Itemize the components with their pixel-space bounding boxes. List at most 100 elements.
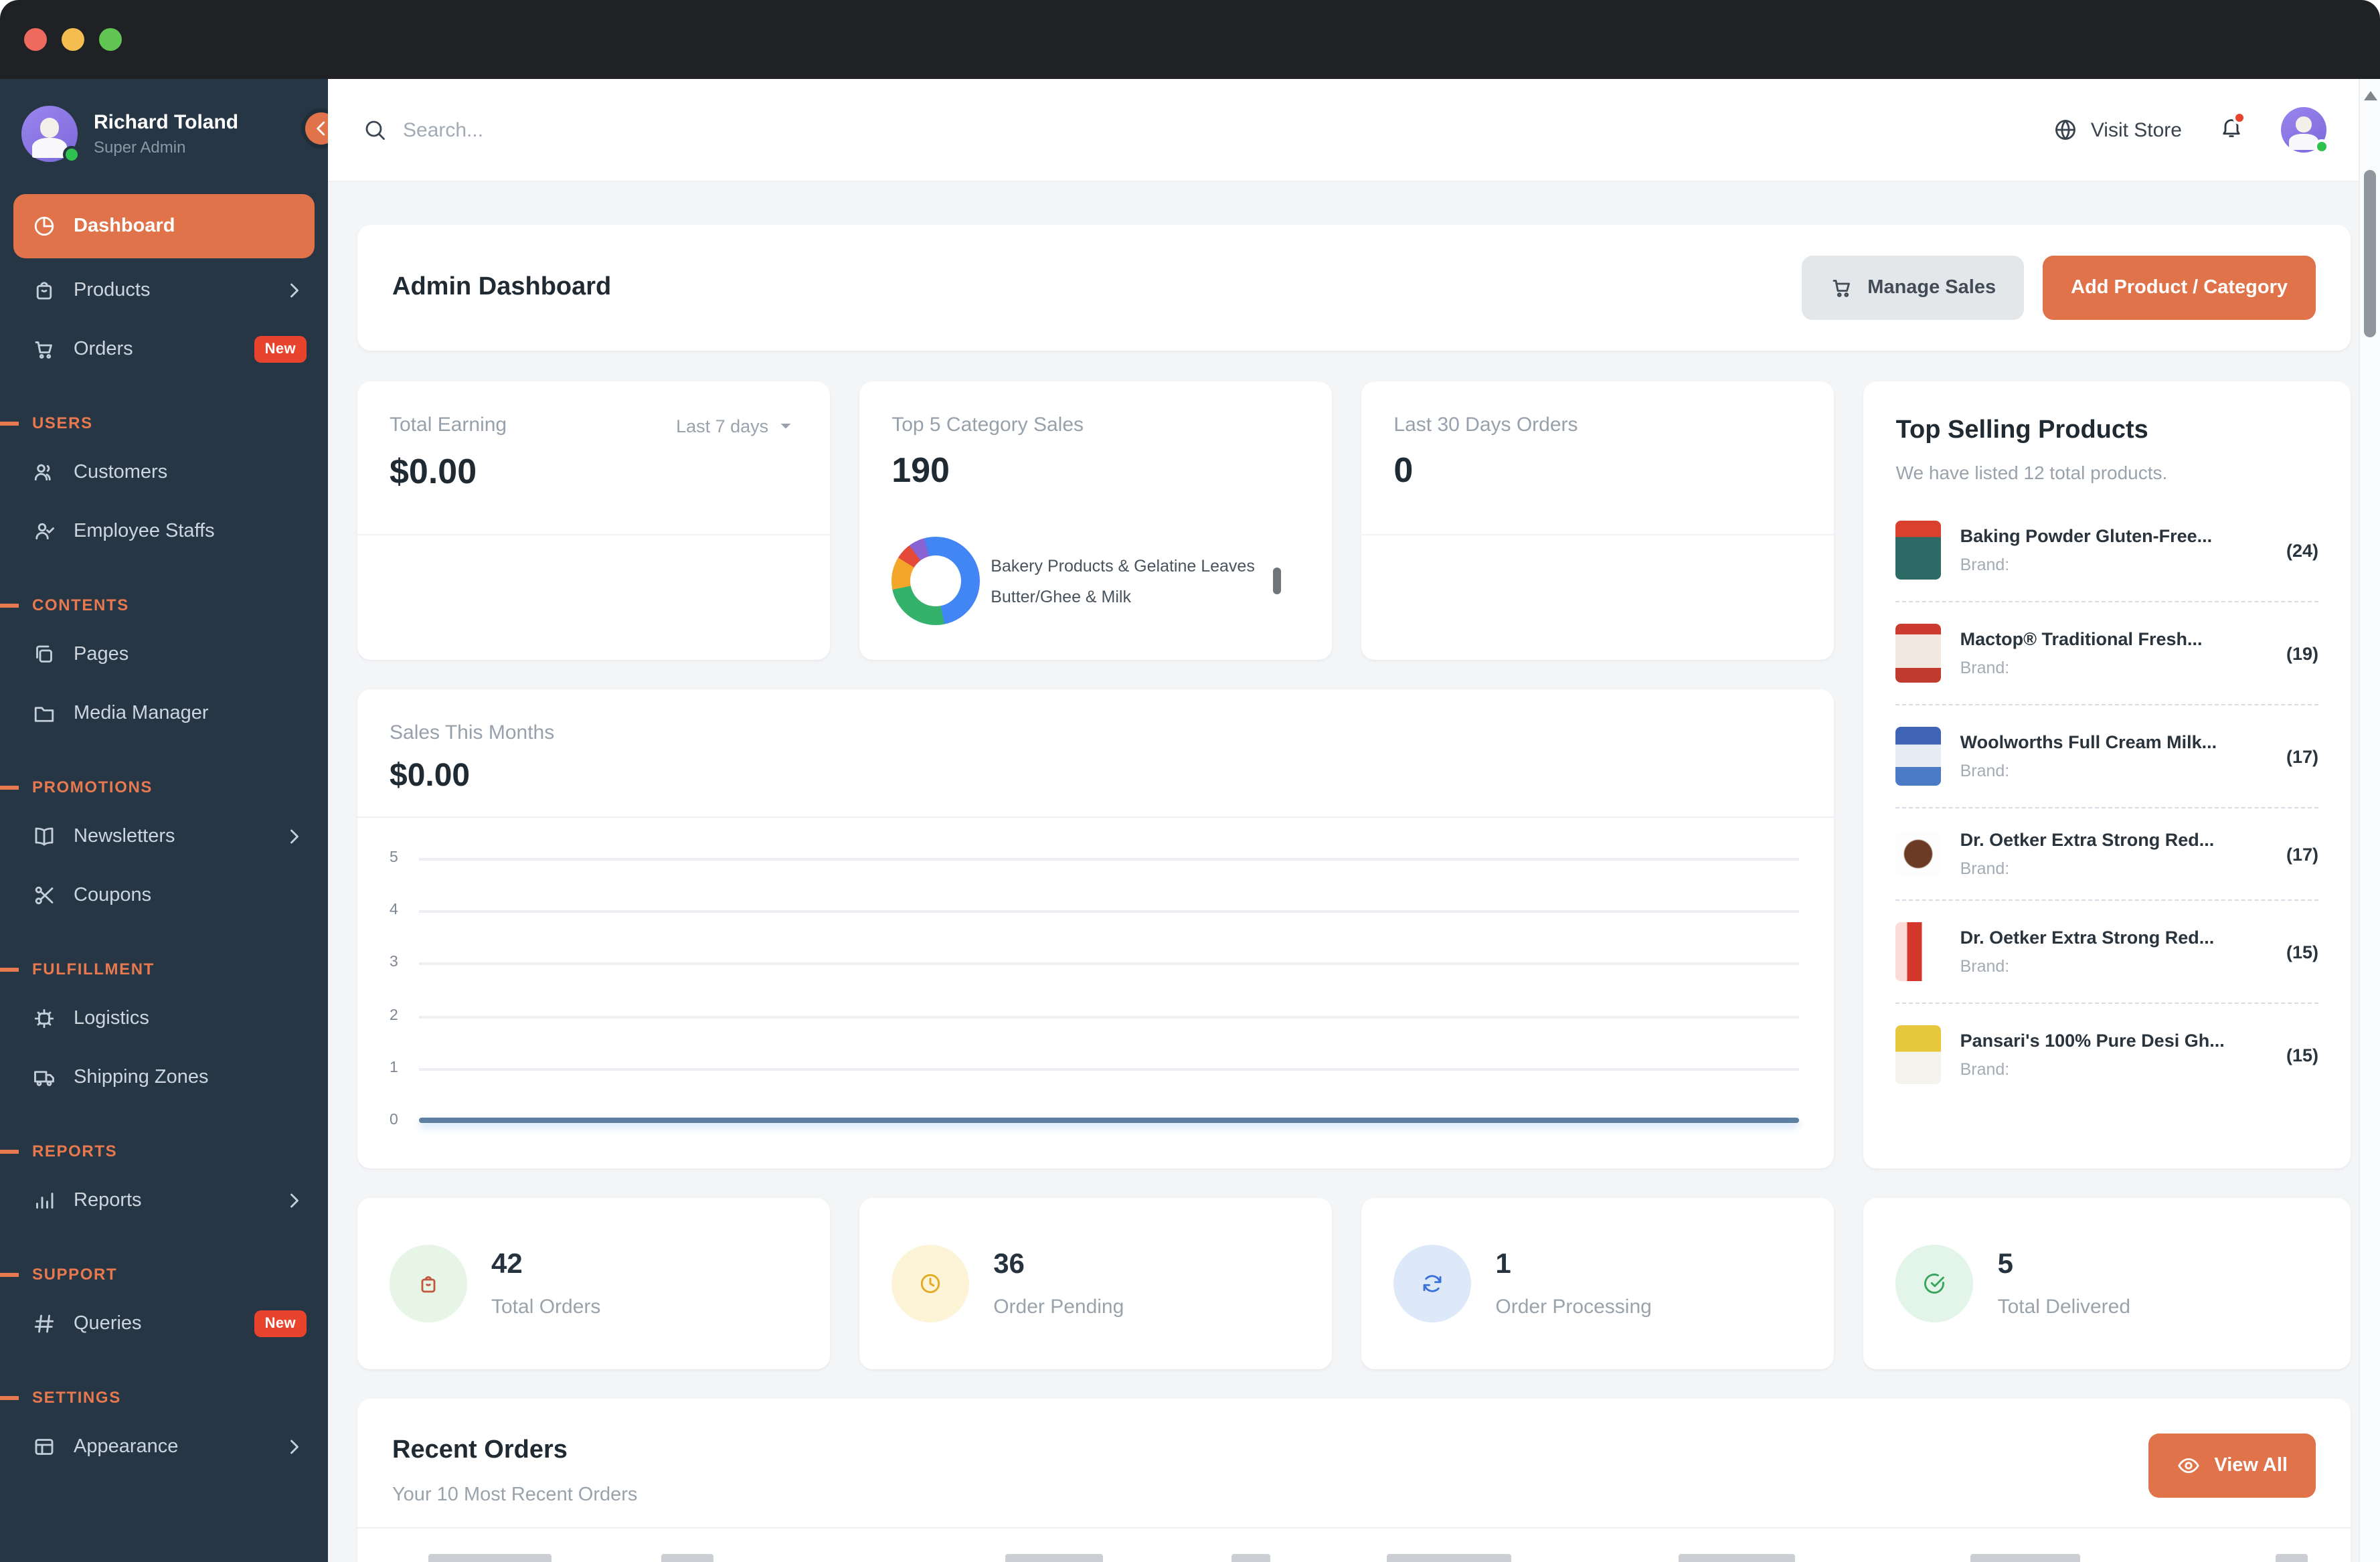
y-tick: 2 [390,1007,398,1024]
sidebar-item-customers[interactable]: Customers [0,443,328,502]
gridline [419,1015,1800,1019]
add-product-category-button[interactable]: Add Product / Category [2043,256,2316,320]
date-range-value: Last 7 days [676,416,769,436]
sidebar-item-queries[interactable]: Queries New [0,1294,328,1353]
visit-store-label: Visit Store [2090,118,2182,141]
avatar [21,106,80,163]
list-item[interactable]: Mactop® Traditional Fresh... Brand: (19) [1895,602,2318,705]
zoom-window-button[interactable] [99,28,122,51]
search-input[interactable] [403,118,831,141]
sidebar-item-reports[interactable]: Reports [0,1171,328,1230]
total-orders-value: 42 [491,1249,523,1280]
top-selling-title: Top Selling Products [1895,416,2148,444]
shopping-bag-icon [32,278,56,302]
sidebar-profile[interactable]: Richard Toland Super Admin [0,79,328,181]
window-scrollbar[interactable] [2359,79,2380,1562]
sales-series-line [419,1118,1800,1123]
sidebar-item-employee-staffs[interactable]: Employee Staffs [0,502,328,561]
user-check-icon [32,519,56,543]
sidebar-item-label: Queries [74,1313,142,1334]
date-range-select[interactable]: Last 7 days [676,414,798,438]
product-brand: Brand: [1960,957,2010,976]
bag-icon [390,1245,467,1322]
sidebar-section-settings: SETTINGS [0,1388,328,1407]
gridline [419,1067,1800,1071]
top5-category-sales-card: Top 5 Category Sales 190 Bakery Products… [859,381,1333,660]
view-all-button[interactable]: View All [2148,1434,2316,1498]
sidebar-item-coupons[interactable]: Coupons [0,866,328,925]
scrollbar-thumb[interactable] [2364,170,2376,337]
minimize-window-button[interactable] [62,28,84,51]
legend-item: Bakery Products & Gelatine Leaves [991,556,1255,575]
view-all-label: View All [2214,1455,2288,1476]
list-item[interactable]: Baking Powder Gluten-Free... Brand: (24) [1895,499,2318,602]
chip-icon [32,1007,56,1031]
top-selling-products-panel: Top Selling Products We have listed 12 t… [1863,381,2351,1168]
product-brand: Brand: [1960,859,2010,878]
chevron-right-icon [282,825,307,849]
product-image [1895,922,1942,981]
order-processing-label: Order Processing [1495,1296,1652,1318]
list-item[interactable]: Woolworths Full Cream Milk... Brand: (17… [1895,705,2318,808]
topbar: Visit Store [328,79,2380,182]
notifications-button[interactable] [2219,110,2246,145]
product-count: (17) [2286,844,2318,864]
product-count: (17) [2286,746,2318,766]
sidebar-item-products[interactable]: Products [0,261,328,320]
sidebar-item-shipping-zones[interactable]: Shipping Zones [0,1048,328,1107]
sidebar-item-media-manager[interactable]: Media Manager [0,684,328,743]
sidebar-item-label: Employee Staffs [74,521,215,542]
y-tick: 1 [390,1059,398,1076]
y-tick: 0 [390,1112,398,1128]
list-item[interactable]: Dr. Oetker Extra Strong Red... Brand: (1… [1895,901,2318,1004]
eye-icon [2177,1454,2201,1478]
visit-store-link[interactable]: Visit Store [2053,118,2182,142]
sidebar-item-label: Logistics [74,1008,149,1029]
chevron-right-icon [282,278,307,302]
topbar-avatar[interactable] [2281,107,2329,154]
sidebar-item-appearance[interactable]: Appearance [0,1417,328,1476]
legend-item: Butter/Ghee & Milk [991,587,1131,606]
product-image [1895,727,1942,786]
stage: Richard Toland Super Admin Dashboard Pro… [0,0,2380,1562]
manage-sales-label: Manage Sales [1867,277,1996,298]
chevron-right-icon [282,1189,307,1213]
sales-chart-value: $0.00 [390,758,471,794]
sidebar-item-label: Newsletters [74,826,175,847]
close-window-button[interactable] [24,28,47,51]
search-icon [363,118,387,142]
chevron-left-icon [309,116,328,141]
legend-scrollbar-thumb[interactable] [1273,568,1282,594]
app-window: Richard Toland Super Admin Dashboard Pro… [0,0,2380,1562]
hash-icon [32,1312,56,1336]
sidebar-item-newsletters[interactable]: Newsletters [0,807,328,866]
manage-sales-button[interactable]: Manage Sales [1802,256,2025,320]
sidebar-item-pages[interactable]: Pages [0,625,328,684]
sidebar-collapse-button[interactable] [305,112,328,145]
last30-value: 0 [1393,450,1414,490]
last30-label: Last 30 Days Orders [1393,414,1578,436]
add-product-label: Add Product / Category [2071,277,2288,298]
product-image [1895,1025,1942,1084]
sidebar-item-dashboard[interactable]: Dashboard [13,194,315,258]
sidebar-section-contents: CONTENTS [0,596,328,614]
truck-icon [32,1065,56,1090]
sidebar-item-orders[interactable]: Orders New [0,320,328,379]
recent-orders-card: Recent Orders Your 10 Most Recent Orders… [357,1399,2351,1562]
pie-chart-icon [32,214,56,238]
sidebar-item-logistics[interactable]: Logistics [0,989,328,1048]
total-delivered-value: 5 [1997,1249,2013,1280]
sidebar-item-label: Orders [74,339,133,360]
sync-icon [1393,1245,1472,1322]
scroll-up-icon[interactable] [2363,91,2377,100]
product-brand: Brand: [1960,762,2010,780]
list-item[interactable]: Pansari's 100% Pure Desi Gh... Brand: (1… [1895,1004,2318,1106]
product-brand: Brand: [1960,1060,2010,1079]
product-name: Mactop® Traditional Fresh... [1960,629,2203,649]
product-count: (15) [2286,942,2318,962]
sidebar-item-label: Products [74,280,151,301]
sidebar-item-label: Coupons [74,885,152,906]
sidebar-item-label: Reports [74,1190,142,1211]
list-item[interactable]: Dr. Oetker Extra Strong Red... Brand: (1… [1895,808,2318,901]
sidebar: Richard Toland Super Admin Dashboard Pro… [0,79,328,1562]
